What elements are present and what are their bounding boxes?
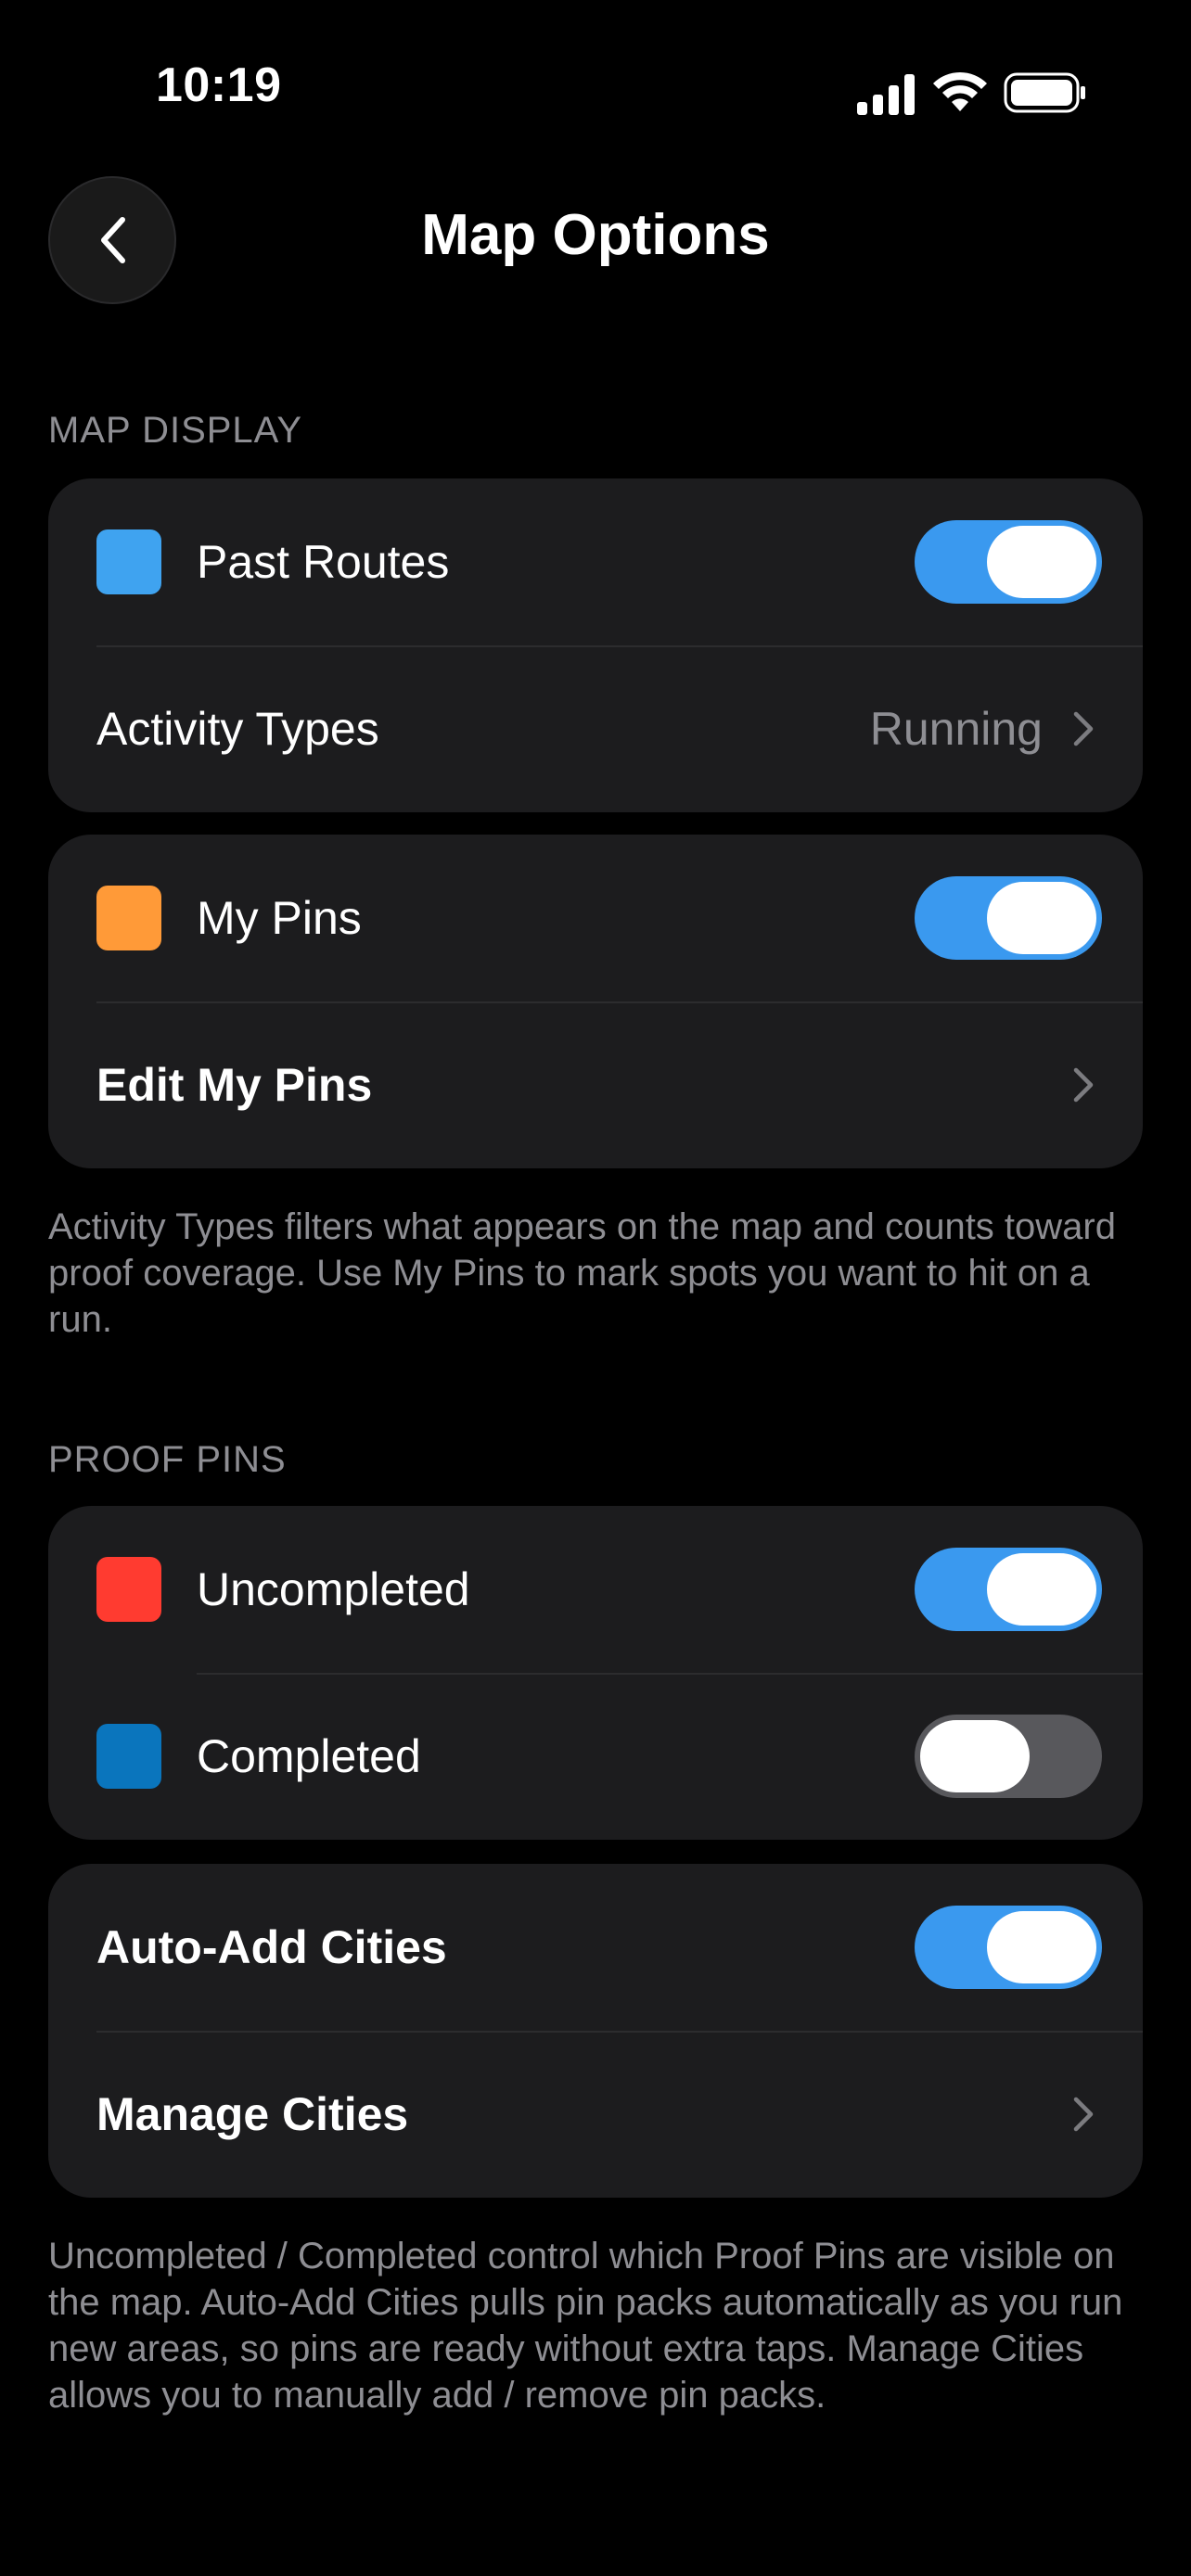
auto-add-cities-toggle[interactable] (915, 1906, 1102, 1989)
chevron-right-icon (1073, 2097, 1094, 2132)
edit-my-pins-label: Edit My Pins (96, 1059, 373, 1111)
cities-card: Auto-Add Cities Manage Cities (48, 1864, 1143, 2198)
uncompleted-row: Uncompleted (48, 1506, 1143, 1673)
my-pins-row: My Pins (48, 835, 1143, 1001)
toggle-knob (920, 1720, 1030, 1792)
completed-row: Completed (48, 1673, 1143, 1840)
chevron-right-icon (1073, 711, 1094, 746)
my-pins-color-swatch (96, 886, 161, 950)
status-time: 10:19 (156, 58, 282, 112)
toggle-knob (987, 882, 1096, 954)
completed-color-swatch (96, 1724, 161, 1789)
section-header-map-display: MAP DISPLAY (48, 410, 303, 451)
completed-toggle[interactable] (915, 1715, 1102, 1798)
activity-types-label: Activity Types (96, 703, 379, 755)
battery-icon (1004, 72, 1085, 113)
status-icons (857, 69, 1089, 115)
past-routes-toggle[interactable] (915, 520, 1102, 604)
activity-types-row[interactable]: Activity Types Running (48, 645, 1143, 812)
past-routes-label: Past Routes (197, 536, 450, 588)
uncompleted-label: Uncompleted (197, 1563, 470, 1615)
my-pins-label: My Pins (197, 892, 362, 944)
uncompleted-toggle[interactable] (915, 1548, 1102, 1631)
nav-bar: Map Options (0, 176, 1191, 306)
past-routes-color-swatch (96, 529, 161, 594)
page-title: Map Options (421, 203, 770, 267)
past-routes-row: Past Routes (48, 478, 1143, 645)
completed-label: Completed (197, 1730, 421, 1782)
edit-my-pins-row[interactable]: Edit My Pins (48, 1001, 1143, 1168)
map-display-footnote: Activity Types filters what appears on t… (48, 1206, 1116, 1340)
activity-types-value: Running (869, 703, 1043, 755)
my-pins-toggle[interactable] (915, 876, 1102, 960)
proof-pins-card: Uncompleted Completed (48, 1506, 1143, 1840)
my-pins-card: My Pins Edit My Pins (48, 835, 1143, 1168)
status-bar: 10:19 (0, 0, 1191, 176)
manage-cities-label: Manage Cities (96, 2088, 409, 2140)
wifi-icon (933, 71, 987, 111)
toggle-knob (987, 1911, 1096, 1983)
section-header-proof-pins: PROOF PINS (48, 1439, 287, 1480)
cellular-signal-icon (857, 74, 915, 115)
toggle-knob (987, 1553, 1096, 1626)
auto-add-cities-row: Auto-Add Cities (48, 1864, 1143, 2031)
toggle-knob (987, 526, 1096, 598)
map-display-card: Past Routes Activity Types Running (48, 478, 1143, 812)
uncompleted-color-swatch (96, 1557, 161, 1622)
manage-cities-row[interactable]: Manage Cities (48, 2031, 1143, 2198)
chevron-right-icon (1073, 1067, 1094, 1103)
auto-add-cities-label: Auto-Add Cities (96, 1921, 447, 1973)
proof-pins-footnote: Uncompleted / Completed control which Pr… (48, 2236, 1123, 2416)
